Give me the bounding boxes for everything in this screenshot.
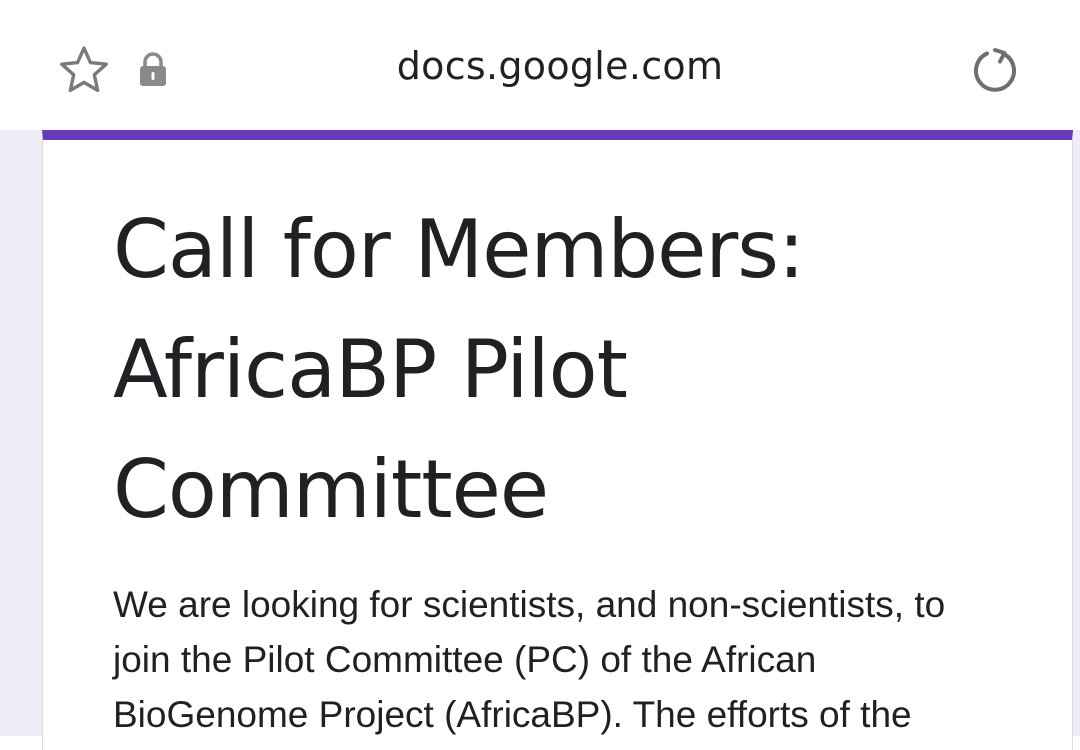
url-text[interactable]: docs.google.com: [0, 44, 1080, 88]
reload-icon[interactable]: [966, 40, 1026, 100]
form-header-card: Call for Members: AfricaBP Pilot Committ…: [42, 130, 1073, 750]
form-title: Call for Members: AfricaBP Pilot Committ…: [113, 203, 805, 536]
browser-toolbar: docs.google.com: [0, 0, 1080, 130]
form-description: We are looking for scientists, and non-s…: [113, 584, 946, 735]
